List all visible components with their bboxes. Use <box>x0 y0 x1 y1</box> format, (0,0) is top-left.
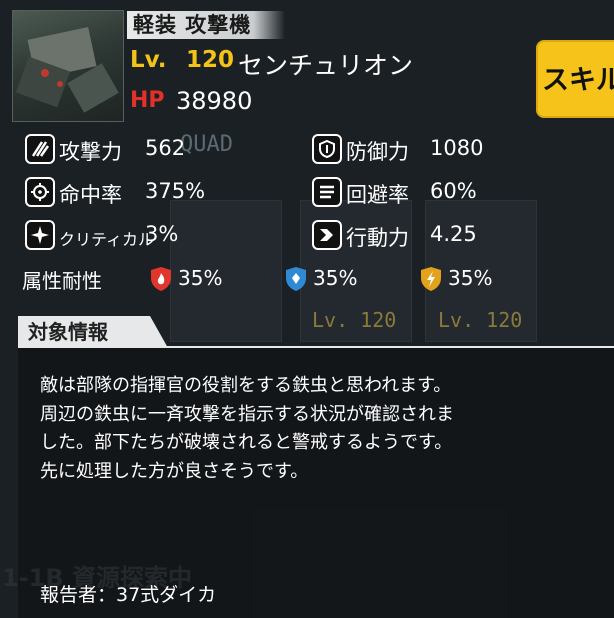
fire-resistance-icon <box>151 267 171 291</box>
ice-resistance-icon <box>286 267 306 291</box>
critical-star-icon <box>25 220 55 250</box>
description-line: 周辺の鉄虫に一斉攻撃を指示する状況が確認されま <box>40 403 454 425</box>
action-chevron-icon <box>312 220 342 250</box>
reporter-line: 報告者：37式ダイカ <box>40 584 217 606</box>
evasion-lines-icon <box>312 177 342 207</box>
unit-name: センチュリオン <box>238 51 414 80</box>
description-line: 先に処理した方が良さそうです。 <box>40 460 309 482</box>
stat-accuracy-value: 375% <box>145 179 206 203</box>
stat-action-label: 行動力 <box>346 226 409 250</box>
stat-evasion-value: 60% <box>430 179 477 203</box>
stat-defense: 防御力 1080 <box>312 134 572 166</box>
attack-slash-icon <box>25 134 55 164</box>
fire-resistance-value: 35% <box>178 266 223 290</box>
description-line: 敵は部隊の指揮官の役割をする鉄虫と思われます。 <box>40 375 452 396</box>
stat-accuracy-label: 命中率 <box>59 183 122 207</box>
stat-defense-value: 1080 <box>430 136 484 160</box>
stat-critical-value: 3% <box>145 222 179 246</box>
background-level-tag: Lv. 120 <box>438 308 523 332</box>
level-label: Lv. <box>130 47 167 73</box>
stat-action-value: 4.25 <box>430 222 477 246</box>
unit-portrait <box>12 10 124 122</box>
stat-critical: クリティカル 3% <box>25 220 285 252</box>
unit-type-tag: 軽装 攻撃機 <box>127 11 286 39</box>
target-description: 敵は部隊の指揮官の役割をする鉄虫と思われます。 周辺の鉄虫に一斉攻撃を指示する状… <box>40 372 600 486</box>
stat-attack: 攻撃力 562 <box>25 134 285 166</box>
resistance-label: 属性耐性 <box>22 269 102 293</box>
section-divider <box>18 346 614 348</box>
hp-label: HP <box>130 88 165 113</box>
stat-accuracy: 命中率 375% <box>25 177 285 209</box>
stat-attack-value: 562 <box>145 136 186 160</box>
background-level-tag: Lv. 120 <box>312 308 397 332</box>
skill-button[interactable]: スキル <box>536 40 614 118</box>
crosshair-icon <box>25 177 55 207</box>
defense-shield-icon <box>312 134 342 164</box>
stat-attack-label: 攻撃力 <box>59 140 122 164</box>
hp-value: 38980 <box>176 87 253 115</box>
ice-resistance-value: 35% <box>313 266 358 290</box>
stat-defense-label: 防御力 <box>346 140 409 164</box>
description-line: した。部下たちが破壊されると警戒するようです。 <box>40 432 453 454</box>
stat-action: 行動力 4.25 <box>312 220 572 252</box>
stat-evasion: 回避率 60% <box>312 177 572 209</box>
stat-evasion-label: 回避率 <box>346 183 409 207</box>
stat-critical-label: クリティカル <box>59 230 155 249</box>
target-info-title: 対象情報 <box>18 316 168 348</box>
lightning-resistance-icon <box>421 267 441 291</box>
level-value: 120 <box>186 47 235 73</box>
lightning-resistance-value: 35% <box>448 266 493 290</box>
